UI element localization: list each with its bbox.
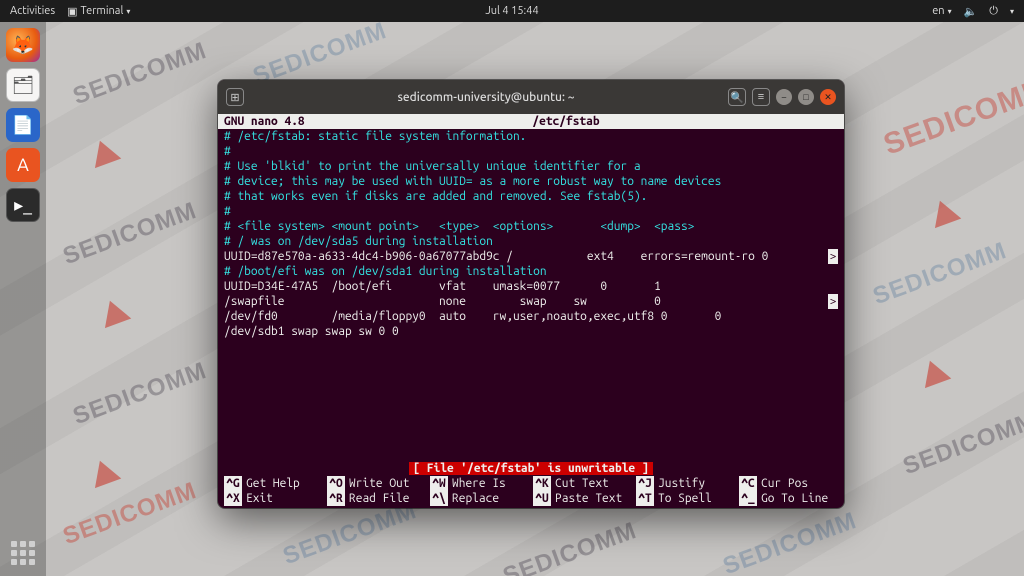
new-tab-button[interactable]: ⊞ xyxy=(226,88,244,106)
keycap: ^_ xyxy=(739,491,757,506)
input-language[interactable]: en▾ xyxy=(932,5,951,17)
nano-status-message: [ File '/etc/fstab' is unwritable ] xyxy=(409,462,652,475)
keycap: ^T xyxy=(636,491,654,506)
shortcut-label: Cut Text xyxy=(555,476,609,491)
window-maximize-button[interactable]: □ xyxy=(798,89,814,105)
nano-shortcut: ^_ Go To Line xyxy=(739,491,838,506)
keycap: ^R xyxy=(327,491,345,506)
volume-icon[interactable]: 🔈 xyxy=(964,5,978,18)
shortcut-label: To Spell xyxy=(658,491,712,506)
nano-shortcut: ^J Justify xyxy=(636,476,735,491)
shortcut-label: Write Out xyxy=(349,476,409,491)
nano-app-name: GNU nano 4.8 xyxy=(224,114,354,129)
show-applications-button[interactable] xyxy=(10,540,36,566)
app-menu[interactable]: ▣ Terminal ▾ xyxy=(67,5,130,18)
nano-shortcut: ^X Exit xyxy=(224,491,323,506)
window-minimize-button[interactable]: – xyxy=(776,89,792,105)
gnome-topbar: Activities ▣ Terminal ▾ Jul 4 15:44 en▾ … xyxy=(0,0,1024,22)
shortcut-label: Paste Text xyxy=(555,491,622,506)
nano-line: # that works even if disks are added and… xyxy=(224,189,838,204)
hamburger-menu-icon[interactable]: ≡ xyxy=(752,88,770,106)
nano-line: /dev/sdb1 swap swap sw 0 0 xyxy=(224,324,838,339)
shortcut-label: Justify xyxy=(658,476,705,491)
keycap: ^K xyxy=(533,476,551,491)
shortcut-label: Exit xyxy=(246,491,273,506)
nano-shortcut: ^K Cut Text xyxy=(533,476,632,491)
nano-shortcut: ^O Write Out xyxy=(327,476,426,491)
keycap: ^\ xyxy=(430,491,448,506)
terminal-window: ⊞ sedicomm-university@ubuntu: ~ 🔍 ≡ – □ … xyxy=(218,80,844,508)
nano-footer: [ File '/etc/fstab' is unwritable ] ^G Ge… xyxy=(218,461,844,508)
keycap: ^C xyxy=(739,476,757,491)
line-wrap-indicator: > xyxy=(828,294,838,309)
nano-shortcut: ^R Read File xyxy=(327,491,426,506)
nano-line: # xyxy=(224,204,838,219)
nano-shortcuts: ^G Get Help ^O Write Out ^W Where Is ^K Cut Tex… xyxy=(224,476,838,506)
line-wrap-indicator: > xyxy=(828,249,838,264)
shortcut-label: Get Help xyxy=(246,476,300,491)
nano-line: # /boot/efi was on /dev/sda1 during inst… xyxy=(224,264,838,279)
nano-header: GNU nano 4.8 /etc/fstab xyxy=(218,114,844,129)
system-menu-caret[interactable]: ▾ xyxy=(1010,7,1014,16)
nano-shortcut: ^U Paste Text xyxy=(533,491,632,506)
keycap: ^G xyxy=(224,476,242,491)
window-title: sedicomm-university@ubuntu: ~ xyxy=(252,91,720,104)
terminal-body[interactable]: GNU nano 4.8 /etc/fstab # /etc/fstab: st… xyxy=(218,114,844,508)
nano-line: # Use 'blkid' to print the universally u… xyxy=(224,159,838,174)
nano-line: # /etc/fstab: static file system informa… xyxy=(224,129,838,144)
keycap: ^U xyxy=(533,491,551,506)
activities-button[interactable]: Activities xyxy=(10,5,55,17)
keycap: ^X xyxy=(224,491,242,506)
chevron-down-icon: ▾ xyxy=(126,7,130,16)
dock: 🦊 🗂 📄 A ▸_ xyxy=(0,22,46,576)
app-menu-label: Terminal xyxy=(81,5,124,17)
nano-line: UUID=D34E-47A5 /boot/efi vfat umask=0077… xyxy=(224,279,838,294)
dock-app-document[interactable]: 📄 xyxy=(6,108,40,142)
nano-line: # device; this may be used with UUID= as… xyxy=(224,174,838,189)
nano-line: /dev/fd0 /media/floppy0 auto rw,user,noa… xyxy=(224,309,838,324)
keycap: ^W xyxy=(430,476,448,491)
dock-app-files[interactable]: 🗂 xyxy=(6,68,40,102)
keycap: ^J xyxy=(636,476,654,491)
nano-line: UUID=d87e570a-a633-4dc4-b906-0a67077abd9… xyxy=(224,249,838,264)
dock-app-firefox[interactable]: 🦊 xyxy=(6,28,40,62)
dock-app-software[interactable]: A xyxy=(6,148,40,182)
shortcut-label: Where Is xyxy=(452,476,506,491)
window-close-button[interactable]: ✕ xyxy=(820,89,836,105)
nano-file-path: /etc/fstab xyxy=(354,114,778,129)
nano-shortcut: ^G Get Help xyxy=(224,476,323,491)
shortcut-label: Cur Pos xyxy=(761,476,808,491)
dock-app-terminal[interactable]: ▸_ xyxy=(6,188,40,222)
shortcut-label: Replace xyxy=(452,491,499,506)
search-icon[interactable]: 🔍 xyxy=(728,88,746,106)
nano-shortcut: ^\ Replace xyxy=(430,491,529,506)
clock[interactable]: Jul 4 15:44 xyxy=(485,5,538,17)
window-titlebar[interactable]: ⊞ sedicomm-university@ubuntu: ~ 🔍 ≡ – □ … xyxy=(218,80,844,114)
terminal-icon: ▣ xyxy=(67,5,77,18)
shortcut-label: Go To Line xyxy=(761,491,828,506)
nano-line: /swapfile none swap sw 0> xyxy=(224,294,838,309)
shortcut-label: Read File xyxy=(349,491,409,506)
nano-shortcut: ^C Cur Pos xyxy=(739,476,838,491)
nano-shortcut: ^T To Spell xyxy=(636,491,735,506)
nano-line: # xyxy=(224,144,838,159)
nano-shortcut: ^W Where Is xyxy=(430,476,529,491)
nano-line: # <file system> <mount point> <type> <op… xyxy=(224,219,838,234)
nano-content: # /etc/fstab: static file system informa… xyxy=(218,129,844,339)
keycap: ^O xyxy=(327,476,345,491)
nano-line: # / was on /dev/sda5 during installation xyxy=(224,234,838,249)
power-icon[interactable]: ⏻ xyxy=(989,5,998,18)
